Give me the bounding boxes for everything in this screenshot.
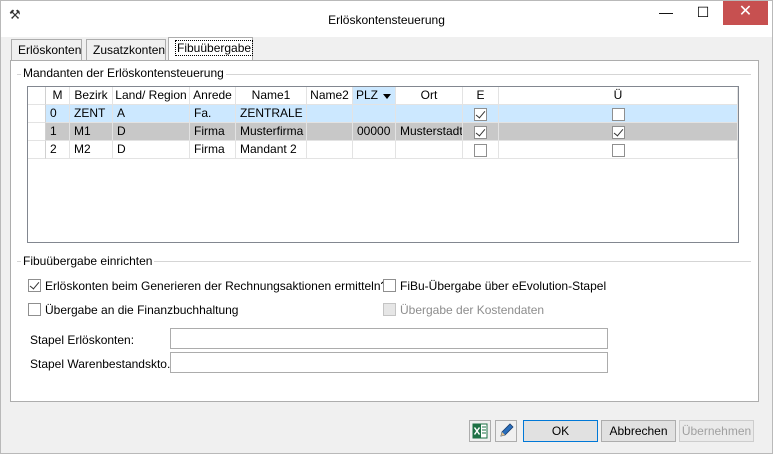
table-row[interactable]: 0 ZENT A Fa. ZENTRALE — [28, 105, 738, 123]
col-header-e[interactable]: E — [463, 87, 499, 105]
cell-bezirk: M2 — [70, 141, 113, 159]
cell-e — [463, 123, 499, 141]
table-row[interactable]: 2 M2 D Firma Mandant 2 — [28, 141, 738, 159]
tab-erloeskonten[interactable]: Erlöskonten — [11, 39, 82, 60]
erloeskonten-label: Erlöskonten beim Generieren der Rechnung… — [45, 279, 388, 293]
cell-anrede: Fa. — [190, 105, 236, 123]
row-indicator — [28, 141, 46, 159]
col-header-name1[interactable]: Name1 — [236, 87, 307, 105]
stapel-warenbestand-label: Stapel Warenbestandskto.: — [30, 357, 174, 371]
row-indicator — [28, 105, 46, 123]
excel-export-button[interactable] — [469, 420, 491, 442]
grid-header: M Bezirk Land/ Region Anrede Name1 Name2… — [28, 87, 738, 105]
cell-name2 — [307, 105, 353, 123]
cell-name1: ZENTRALE — [236, 105, 307, 123]
cell-name1: Musterfirma — [236, 123, 307, 141]
stapel-warenbestand-input[interactable] — [170, 352, 608, 373]
close-button[interactable]: ✕ — [723, 1, 768, 25]
col-header-ort[interactable]: Ort — [396, 87, 463, 105]
cell-e — [463, 141, 499, 159]
table-row[interactable]: 1 M1 D Firma Musterfirma 00000 Mustersta… — [28, 123, 738, 141]
pencil-icon — [500, 423, 514, 437]
eevolution-label: FiBu-Übergabe über eEvolution-Stapel — [400, 279, 607, 293]
finanzbuchhaltung-label: Übergabe an die Finanzbuchhaltung — [45, 303, 239, 317]
cell-u — [499, 123, 738, 141]
col-header-bezirk[interactable]: Bezirk — [70, 87, 113, 105]
col-header-m[interactable]: M — [46, 87, 70, 105]
minimize-button[interactable]: — — [649, 1, 683, 25]
cell-bezirk: ZENT — [70, 105, 113, 123]
finanzbuchhaltung-option[interactable]: Übergabe an die Finanzbuchhaltung — [28, 303, 238, 317]
col-header-land[interactable]: Land/ Region — [113, 87, 190, 105]
cell-e — [463, 105, 499, 123]
tab-zusatzkonten[interactable]: Zusatzkonten — [86, 39, 166, 60]
tab-label: Erlöskonten — [18, 43, 82, 57]
cell-name2 — [307, 141, 353, 159]
cell-m: 1 — [46, 123, 70, 141]
tab-fibuuebergabe[interactable]: Fibuübergabe — [168, 37, 254, 61]
cell-ort: Musterstadt — [396, 123, 463, 141]
kostendaten-option: Übergabe der Kostendaten — [383, 303, 544, 317]
excel-icon — [472, 423, 488, 439]
cell-land: A — [113, 105, 190, 123]
erloeskonten-option[interactable]: Erlöskonten beim Generieren der Rechnung… — [28, 279, 387, 293]
sort-down-icon — [383, 94, 391, 99]
cell-land: D — [113, 141, 190, 159]
tab-label: Fibuübergabe — [175, 40, 254, 56]
ok-button[interactable]: OK — [523, 420, 598, 442]
tab-panel: Mandanten der Erlöskontensteuerung M Bez… — [10, 60, 759, 402]
dialog-window: ⚒ Erlöskontensteuerung — ☐ ✕ Erlöskonten… — [0, 0, 773, 454]
col-header-anrede[interactable]: Anrede — [190, 87, 236, 105]
tab-label: Zusatzkonten — [93, 43, 166, 57]
row-e-checkbox[interactable] — [474, 143, 487, 157]
eevolution-checkbox[interactable] — [383, 279, 396, 293]
row-indicator-header — [28, 87, 46, 105]
cell-plz — [353, 141, 396, 159]
row-e-checkbox[interactable] — [474, 107, 487, 121]
finanzbuchhaltung-checkbox[interactable] — [28, 303, 41, 317]
row-e-checkbox[interactable] — [474, 125, 487, 139]
cell-anrede: Firma — [190, 141, 236, 159]
kostendaten-checkbox — [383, 303, 396, 317]
stapel-erloeskonten-label: Stapel Erlöskonten: — [30, 333, 135, 347]
cell-plz: 00000 — [353, 123, 396, 141]
erloeskonten-checkbox[interactable] — [28, 279, 41, 293]
cancel-button[interactable]: Abbrechen — [601, 420, 676, 442]
edit-button[interactable] — [495, 420, 517, 442]
stapel-erloeskonten-input[interactable] — [170, 328, 608, 349]
cell-m: 2 — [46, 141, 70, 159]
row-u-checkbox[interactable] — [611, 107, 625, 121]
apply-button: Übernehmen — [679, 420, 754, 442]
maximize-button[interactable]: ☐ — [686, 1, 720, 25]
cell-land: D — [113, 123, 190, 141]
row-u-checkbox[interactable] — [611, 143, 625, 157]
title-bar: ⚒ Erlöskontensteuerung — ☐ ✕ — [1, 1, 772, 37]
row-indicator — [28, 123, 46, 141]
col-header-plz-label: PLZ — [356, 88, 379, 102]
cell-m: 0 — [46, 105, 70, 123]
row-u-checkbox[interactable] — [611, 125, 625, 139]
cell-u — [499, 141, 738, 159]
cell-ort — [396, 105, 463, 123]
cell-u — [499, 105, 738, 123]
eevolution-option[interactable]: FiBu-Übergabe über eEvolution-Stapel — [383, 279, 606, 293]
cell-name2 — [307, 123, 353, 141]
fibu-group-title: Fibuübergabe einrichten — [21, 254, 155, 268]
cell-ort — [396, 141, 463, 159]
col-header-name2[interactable]: Name2 — [307, 87, 353, 105]
col-header-plz[interactable]: PLZ — [353, 87, 396, 105]
cell-name1: Mandant 2 — [236, 141, 307, 159]
cell-anrede: Firma — [190, 123, 236, 141]
cell-plz — [353, 105, 396, 123]
kostendaten-label: Übergabe der Kostendaten — [400, 303, 545, 317]
mandanten-grid[interactable]: M Bezirk Land/ Region Anrede Name1 Name2… — [27, 86, 739, 243]
col-header-u[interactable]: Ü — [499, 87, 738, 105]
cell-bezirk: M1 — [70, 123, 113, 141]
mandanten-group-title: Mandanten der Erlöskontensteuerung — [21, 66, 226, 80]
